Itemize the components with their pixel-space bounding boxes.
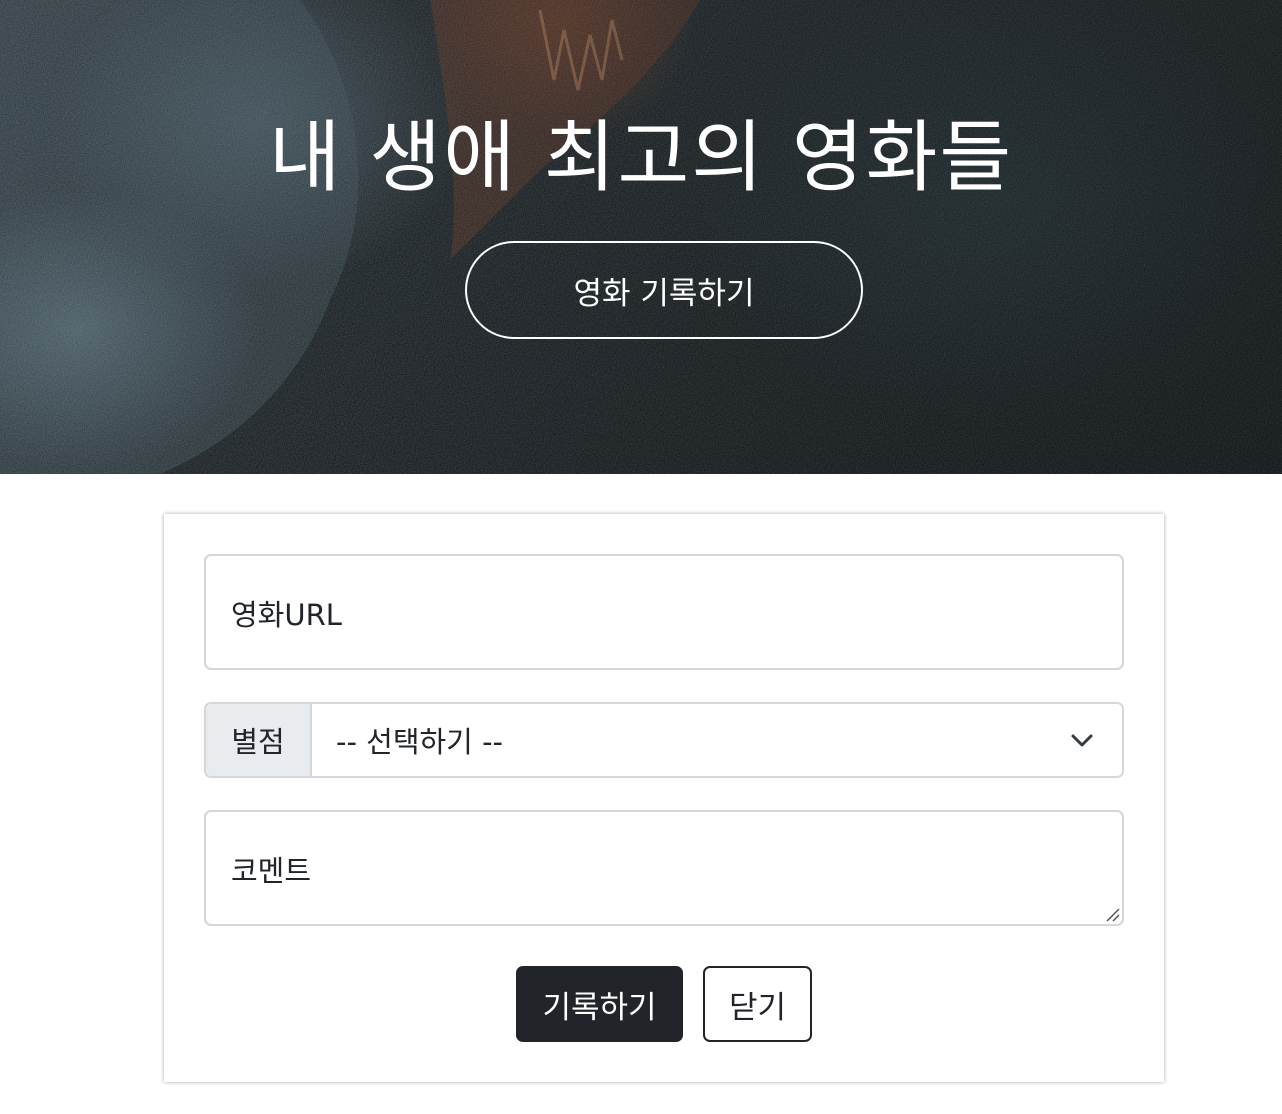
comment-textarea[interactable]: 코멘트	[204, 810, 1124, 926]
resize-grip-icon[interactable]	[1104, 906, 1120, 922]
record-movie-button[interactable]: 영화 기록하기	[465, 241, 863, 339]
close-button[interactable]: 닫기	[703, 966, 812, 1042]
rating-selected-value: -- 선택하기 --	[336, 725, 504, 759]
movie-url-label: 영화URL	[231, 598, 342, 632]
record-form-card: 영화URL 별점 -- 선택하기 -- 코멘트 기록하기 닫기	[164, 514, 1164, 1082]
movie-url-input[interactable]: 영화URL	[204, 554, 1124, 670]
rating-input-group: 별점 -- 선택하기 --	[204, 702, 1124, 778]
form-actions: 기록하기 닫기	[164, 966, 1164, 1042]
chevron-down-icon	[1071, 734, 1093, 747]
hero-background-image	[0, 0, 1282, 474]
submit-record-button[interactable]: 기록하기	[516, 966, 683, 1042]
rating-select[interactable]: -- 선택하기 --	[312, 704, 1122, 776]
rating-label: 별점	[206, 704, 312, 776]
page-title: 내 생애 최고의 영화들	[268, 113, 1014, 203]
hero-banner: 내 생애 최고의 영화들 영화 기록하기	[0, 0, 1282, 474]
comment-label: 코멘트	[231, 854, 312, 888]
